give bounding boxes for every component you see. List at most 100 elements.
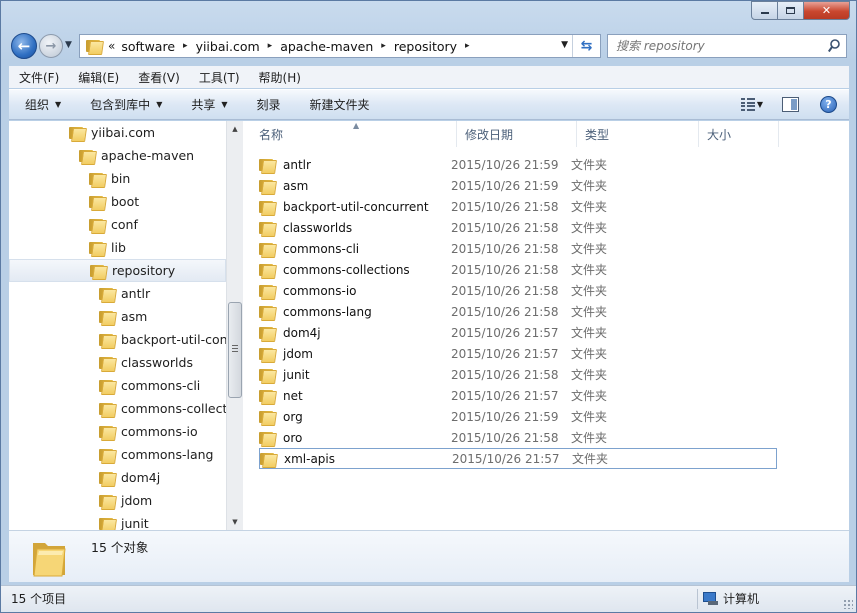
tree-item[interactable]: asm	[9, 305, 226, 328]
menu-item[interactable]: 工具(T)	[189, 69, 249, 86]
resize-grip[interactable]	[843, 599, 853, 609]
chevron-right-icon[interactable]: ▸	[268, 41, 273, 51]
back-button[interactable]: ←	[11, 33, 37, 59]
command-label: 刻录	[256, 98, 281, 112]
close-icon: ✕	[821, 4, 832, 17]
help-icon[interactable]: ?	[820, 96, 837, 113]
address-history-dropdown[interactable]: ▼	[561, 40, 568, 50]
tree-item[interactable]: commons-lang	[9, 443, 226, 466]
tree-item[interactable]: dom4j	[9, 466, 226, 489]
scrollbar-thumb[interactable]	[228, 302, 242, 398]
tree-item[interactable]: commons-io	[9, 420, 226, 443]
tree-item[interactable]: junit	[9, 512, 226, 530]
tree-item[interactable]: commons-collecti	[9, 397, 226, 420]
file-name: backport-util-concurrent	[283, 199, 429, 214]
folder-icon	[260, 452, 276, 466]
command-button[interactable]: 共享 ▼	[175, 96, 240, 113]
file-type: 文件夹	[572, 452, 609, 466]
file-row[interactable]: net 2015/10/26 21:57 文件夹	[259, 385, 777, 406]
details-pane: 15 个对象	[9, 530, 849, 582]
file-row[interactable]: xml-apis 2015/10/26 21:57 文件夹	[259, 448, 777, 469]
tree-item[interactable]: antlr	[9, 282, 226, 305]
scroll-up-arrow[interactable]: ▲	[227, 121, 243, 137]
navigation-pane-scrollbar[interactable]: ▲ ▼	[226, 121, 243, 530]
file-row[interactable]: classworlds 2015/10/26 21:58 文件夹	[259, 217, 777, 238]
column-header-modified[interactable]: 修改日期	[457, 121, 577, 147]
view-options-icon[interactable]	[741, 98, 755, 111]
file-type: 文件夹	[571, 326, 608, 340]
tree-item[interactable]: yiibai.com	[9, 121, 226, 144]
recent-pages-dropdown[interactable]: ▼	[65, 40, 72, 50]
file-row[interactable]: commons-lang 2015/10/26 21:58 文件夹	[259, 301, 777, 322]
file-row[interactable]: dom4j 2015/10/26 21:57 文件夹	[259, 322, 777, 343]
file-modified: 2015/10/26 21:58	[451, 220, 559, 235]
file-row[interactable]: commons-collections 2015/10/26 21:58 文件夹	[259, 259, 777, 280]
tree-item[interactable]: jdom	[9, 489, 226, 512]
folder-icon	[99, 333, 115, 347]
preview-pane-icon[interactable]	[782, 97, 799, 112]
file-type: 文件夹	[571, 431, 608, 445]
breadcrumb-item[interactable]: apache-maven	[280, 39, 373, 54]
chevron-right-icon[interactable]: ▸	[183, 41, 188, 51]
file-type: 文件夹	[571, 389, 608, 403]
refresh-icon: ⇆	[580, 38, 593, 54]
file-row[interactable]: oro 2015/10/26 21:58 文件夹	[259, 427, 777, 448]
breadcrumb-overflow[interactable]: «	[108, 39, 115, 53]
folder-icon	[90, 264, 106, 278]
breadcrumb-item[interactable]: repository	[394, 39, 457, 54]
file-row[interactable]: junit 2015/10/26 21:58 文件夹	[259, 364, 777, 385]
forward-button[interactable]: →	[39, 34, 63, 58]
command-button[interactable]: 新建文件夹	[294, 96, 383, 113]
menu-item[interactable]: 帮助(H)	[249, 69, 310, 86]
tree-item[interactable]: conf	[9, 213, 226, 236]
command-button[interactable]: 包含到库中 ▼	[74, 96, 175, 113]
command-button[interactable]: 组织 ▼	[9, 96, 74, 113]
column-header-type[interactable]: 类型	[577, 121, 699, 147]
menu-item[interactable]: 查看(V)	[128, 69, 189, 86]
chevron-down-icon: ▼	[156, 100, 163, 109]
command-button[interactable]: 刻录	[241, 96, 294, 113]
breadcrumb: software ▸ yiibai.com ▸ apache-maven ▸ reposit…	[121, 39, 477, 54]
file-modified: 2015/10/26 21:57	[451, 346, 559, 361]
file-row[interactable]: jdom 2015/10/26 21:57 文件夹	[259, 343, 777, 364]
column-header-size[interactable]: 大小	[699, 121, 779, 147]
selected-object-count: 15 个对象	[91, 540, 149, 555]
tree-item[interactable]: classworlds	[9, 351, 226, 374]
tree-item[interactable]: lib	[9, 236, 226, 259]
close-button[interactable]: ✕	[804, 1, 850, 20]
maximize-button[interactable]	[778, 1, 804, 20]
file-row[interactable]: commons-io 2015/10/26 21:58 文件夹	[259, 280, 777, 301]
breadcrumb-item[interactable]: software	[121, 39, 175, 54]
menu-item[interactable]: 编辑(E)	[68, 69, 128, 86]
menu-item[interactable]: 文件(F)	[9, 69, 68, 86]
search-input[interactable]	[616, 39, 821, 53]
tree-item-label: bin	[111, 171, 131, 186]
file-row[interactable]: backport-util-concurrent 2015/10/26 21:58…	[259, 196, 777, 217]
scroll-down-arrow[interactable]: ▼	[227, 514, 243, 530]
tree-item[interactable]: bin	[9, 167, 226, 190]
folder-icon	[259, 410, 275, 424]
refresh-button[interactable]: ⇆	[572, 35, 600, 57]
chevron-right-icon[interactable]: ▸	[381, 41, 386, 51]
file-name: junit	[283, 367, 310, 382]
minimize-button[interactable]	[751, 1, 778, 20]
view-options-dropdown[interactable]: ▼	[757, 100, 763, 109]
tree-item[interactable]: repository	[9, 259, 226, 282]
tree-item[interactable]: commons-cli	[9, 374, 226, 397]
file-row[interactable]: antlr 2015/10/26 21:59 文件夹	[259, 154, 777, 175]
tree-item[interactable]: boot	[9, 190, 226, 213]
folder-icon	[69, 126, 85, 140]
file-row[interactable]: org 2015/10/26 21:59 文件夹	[259, 406, 777, 427]
file-modified: 2015/10/26 21:58	[451, 199, 559, 214]
file-modified: 2015/10/26 21:57	[451, 325, 559, 340]
tree-item[interactable]: backport-util-conc	[9, 328, 226, 351]
file-row[interactable]: commons-cli 2015/10/26 21:58 文件夹	[259, 238, 777, 259]
tree-item[interactable]: apache-maven	[9, 144, 226, 167]
search-box[interactable]	[607, 34, 847, 58]
breadcrumb-item[interactable]: yiibai.com	[196, 39, 260, 54]
address-bar[interactable]: « software ▸ yiibai.com ▸ apache-maven ▸ repos…	[79, 34, 601, 58]
file-row[interactable]: asm 2015/10/26 21:59 文件夹	[259, 175, 777, 196]
file-type: 文件夹	[571, 410, 608, 424]
file-name: commons-io	[283, 283, 357, 298]
chevron-right-icon[interactable]: ▸	[465, 41, 470, 51]
